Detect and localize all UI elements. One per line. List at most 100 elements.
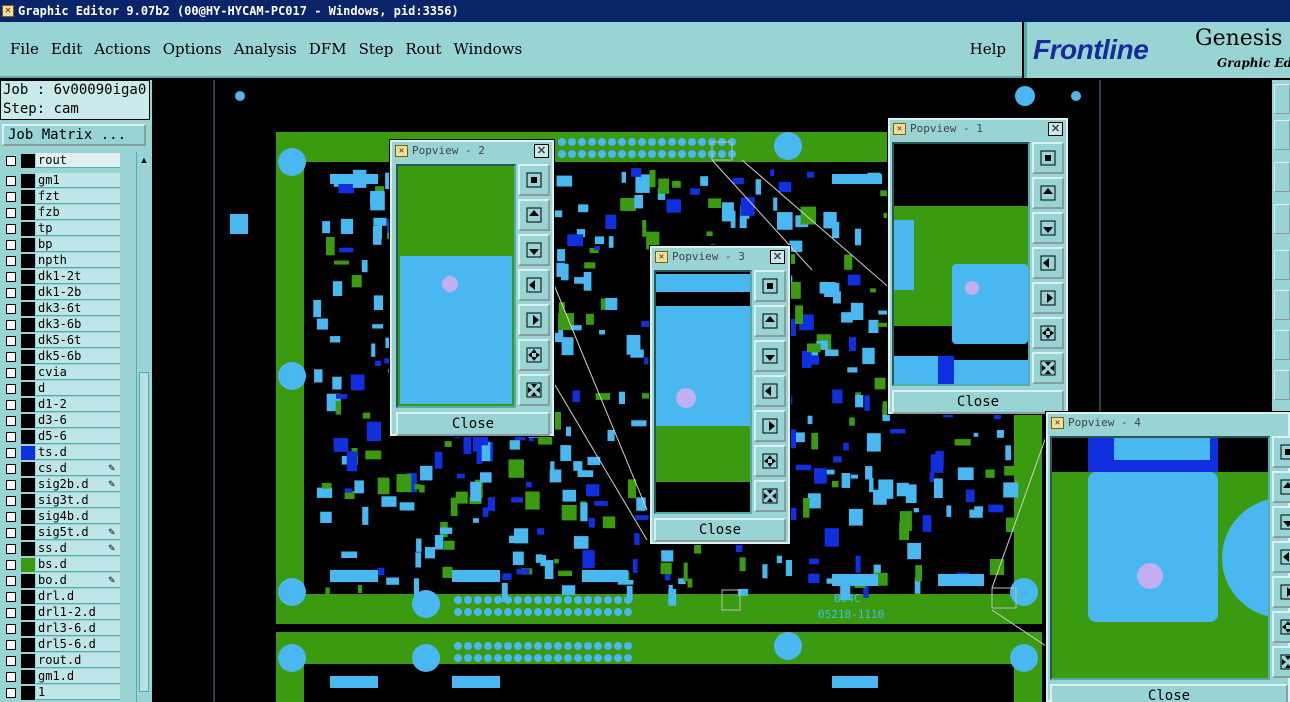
tool-button-1[interactable] <box>1274 84 1290 114</box>
layer-row[interactable]: cs.d ✎ <box>0 461 136 477</box>
layer-name[interactable]: 1 <box>36 685 120 700</box>
layer-row[interactable]: bp <box>0 237 136 253</box>
window-menu-icon[interactable]: ✕ <box>655 251 668 263</box>
layer-checkbox[interactable] <box>6 544 16 554</box>
layer-name[interactable]: dk5-6t <box>36 333 120 348</box>
layer-checkbox[interactable] <box>6 240 16 250</box>
layer-row[interactable]: fzt <box>0 189 136 205</box>
tool-button-4[interactable] <box>1274 204 1290 234</box>
layer-row[interactable]: cvia <box>0 365 136 381</box>
layer-name[interactable]: d <box>36 381 120 396</box>
layer-name[interactable]: drl1-2.d <box>36 605 120 620</box>
layer-name[interactable]: npth <box>36 253 120 268</box>
popview-3-close-icon[interactable]: ✕ <box>770 250 785 264</box>
layer-row[interactable]: dk5-6b <box>0 349 136 365</box>
window-menu-icon[interactable]: ✕ <box>395 145 408 157</box>
layer-row[interactable]: rout <box>0 153 136 169</box>
tool-button-2[interactable] <box>1274 120 1290 150</box>
menu-analysis[interactable]: Analysis <box>234 40 297 58</box>
layer-color-swatch[interactable] <box>21 318 35 332</box>
layer-scrollbar[interactable]: ▲ <box>136 152 150 702</box>
tool-button-6[interactable] <box>1274 290 1290 320</box>
menu-dfm[interactable]: DFM <box>309 40 347 58</box>
layer-checkbox[interactable] <box>6 608 16 618</box>
popview-2-close-button[interactable]: Close <box>396 412 550 436</box>
layer-name[interactable]: d3-6 <box>36 413 120 428</box>
layer-row[interactable]: gm1 <box>0 173 136 189</box>
layer-checkbox[interactable] <box>6 224 16 234</box>
menu-file[interactable]: File <box>10 40 39 58</box>
layer-name[interactable]: sig3t.d <box>36 493 120 508</box>
layer-color-swatch[interactable] <box>21 478 35 492</box>
pan-right-button[interactable] <box>754 410 786 442</box>
layer-row[interactable]: fzb <box>0 205 136 221</box>
layer-row[interactable]: dk1-2b <box>0 285 136 301</box>
layer-checkbox[interactable] <box>6 156 16 166</box>
layer-name[interactable]: dk3-6t <box>36 301 120 316</box>
layer-color-swatch[interactable] <box>21 334 35 348</box>
layer-name[interactable]: fzb <box>36 205 120 220</box>
layer-color-swatch[interactable] <box>21 510 35 524</box>
pan-left-button[interactable] <box>518 269 550 301</box>
pan-up-button[interactable] <box>1272 471 1290 503</box>
layer-checkbox[interactable] <box>6 592 16 602</box>
layer-checkbox[interactable] <box>6 672 16 682</box>
menu-step[interactable]: Step <box>359 40 394 58</box>
layer-color-swatch[interactable] <box>21 222 35 236</box>
popview-1-view[interactable] <box>892 142 1030 386</box>
layer-checkbox[interactable] <box>6 384 16 394</box>
layer-checkbox[interactable] <box>6 512 16 522</box>
pan-down-button[interactable] <box>754 340 786 372</box>
layer-checkbox[interactable] <box>6 480 16 490</box>
menu-options[interactable]: Options <box>163 40 222 58</box>
layer-row[interactable]: drl3-6.d <box>0 621 136 637</box>
pan-right-button[interactable] <box>1032 282 1064 314</box>
pan-up-button[interactable] <box>518 199 550 231</box>
layer-checkbox[interactable] <box>6 336 16 346</box>
pan-left-button[interactable] <box>1032 247 1064 279</box>
popview-1-close-icon[interactable]: ✕ <box>1048 122 1063 136</box>
layer-row[interactable]: dk1-2t <box>0 269 136 285</box>
layer-name[interactable]: dk1-2b <box>36 285 120 300</box>
layer-checkbox[interactable] <box>6 272 16 282</box>
layer-color-swatch[interactable] <box>21 622 35 636</box>
layer-name[interactable]: drl.d <box>36 589 120 604</box>
layer-color-swatch[interactable] <box>21 254 35 268</box>
zoom-in-button[interactable] <box>518 339 550 371</box>
layer-name[interactable]: gm1 <box>36 173 120 188</box>
zoom-out-button[interactable] <box>518 374 550 406</box>
layer-color-swatch[interactable] <box>21 542 35 556</box>
layer-name[interactable]: rout <box>36 153 120 168</box>
layer-checkbox[interactable] <box>6 656 16 666</box>
layer-checkbox[interactable] <box>6 400 16 410</box>
layer-name[interactable]: dk5-6b <box>36 349 120 364</box>
layer-color-swatch[interactable] <box>21 446 35 460</box>
popview-1-titlebar[interactable]: ✕ Popview - 1 ✕ <box>890 120 1066 138</box>
layer-name[interactable]: d5-6 <box>36 429 120 444</box>
pan-down-button[interactable] <box>1032 212 1064 244</box>
layer-color-swatch[interactable] <box>21 398 35 412</box>
layer-name[interactable]: gm1.d <box>36 669 120 684</box>
layer-color-swatch[interactable] <box>21 190 35 204</box>
layer-name[interactable]: dk3-6b <box>36 317 120 332</box>
pan-left-button[interactable] <box>754 375 786 407</box>
zoom-in-button[interactable] <box>754 445 786 477</box>
layer-name[interactable]: dk1-2t <box>36 269 120 284</box>
layer-row[interactable]: d1-2 <box>0 397 136 413</box>
layer-color-swatch[interactable] <box>21 382 35 396</box>
layer-checkbox[interactable] <box>6 496 16 506</box>
layer-row[interactable]: 1 <box>0 685 136 701</box>
menu-help[interactable]: Help <box>970 40 1006 58</box>
zoom-in-button[interactable] <box>1272 611 1290 643</box>
window-menu-icon[interactable]: ✕ <box>893 123 906 135</box>
tool-button-3[interactable] <box>1274 162 1290 192</box>
popview-2-close-icon[interactable]: ✕ <box>534 144 549 158</box>
layer-color-swatch[interactable] <box>21 606 35 620</box>
tool-button-7[interactable] <box>1274 330 1290 360</box>
layer-checkbox[interactable] <box>6 448 16 458</box>
layer-row[interactable]: ts.d <box>0 445 136 461</box>
layer-row[interactable]: drl.d <box>0 589 136 605</box>
pan-down-button[interactable] <box>518 234 550 266</box>
layer-checkbox[interactable] <box>6 304 16 314</box>
layer-checkbox[interactable] <box>6 688 16 698</box>
